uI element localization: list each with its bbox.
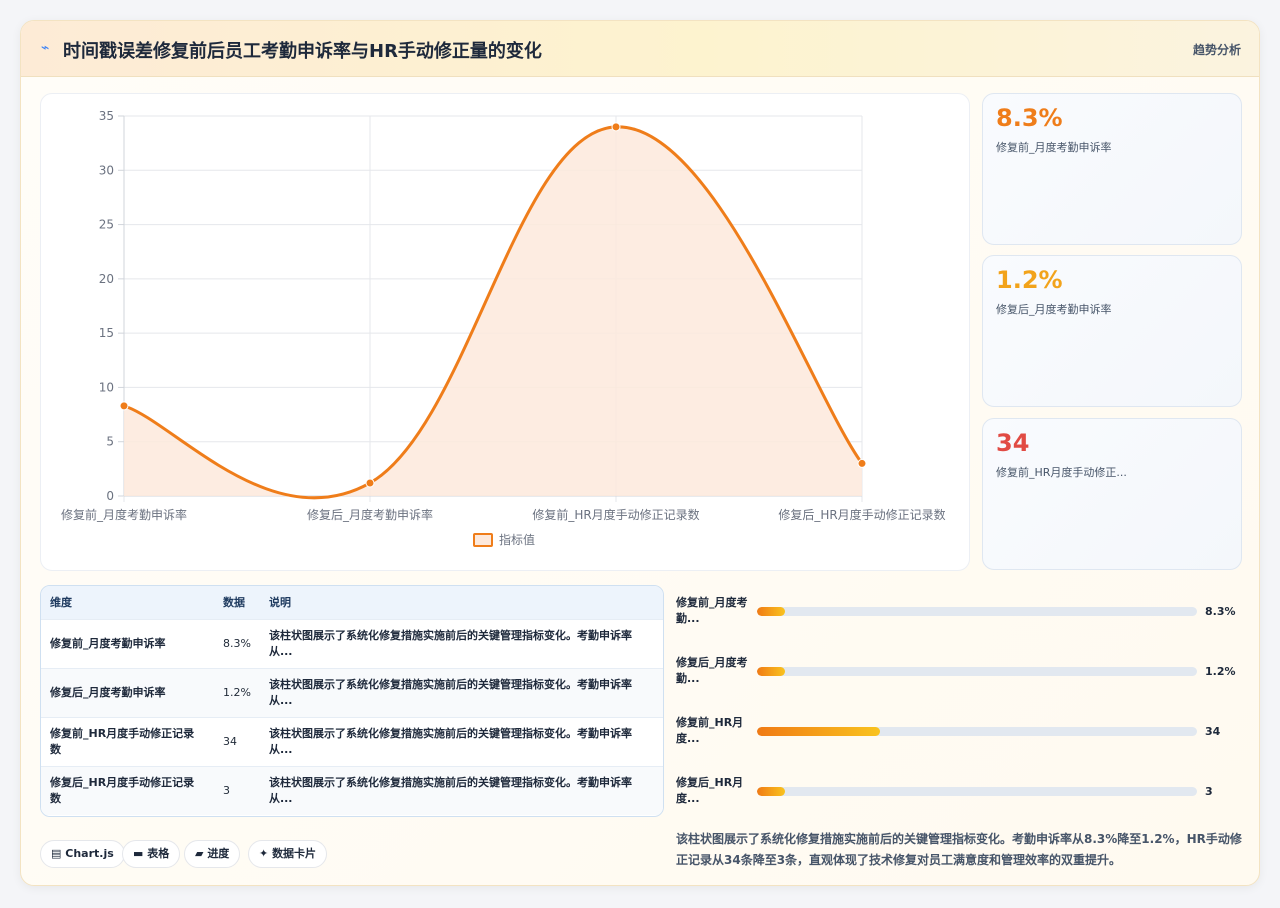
chip-label: 表格 [147,847,170,860]
progress-value: 3 [1205,785,1213,798]
chip-progress[interactable]: ▰ 进度 [184,840,241,868]
table-row: 修复后_月度考勤申诉率 1.2% 该柱状图展示了系统化修复措施实施前后的关键管理… [41,668,663,717]
data-point [611,122,621,132]
chip-data-card[interactable]: ✦ 数据卡片 [248,840,328,868]
x-tick-label: 修复前_HR月度手动修正记录数 [532,507,699,522]
progress-icon: ▰ [195,847,204,860]
table-row: 修复前_月度考勤申诉率 8.3% 该柱状图展示了系统化修复措施实施前后的关键管理… [41,619,663,668]
progress-track [757,787,1197,796]
stat-label: 修复前_月度考勤申诉率 [996,141,1112,154]
stat-card-after-appeal: 1.2% 修复后_月度考勤申诉率 [982,255,1242,407]
legend-label: 指标值 [499,532,535,547]
progress-label: 修复前_月度考勤... [676,596,748,625]
table-row: 修复前_HR月度手动修正记录数 34 该柱状图展示了系统化修复措施实施前后的关键… [41,717,663,766]
legend-swatch [473,533,493,547]
y-tick-label: 0 [106,489,114,503]
table-header-row: 维度 数据 说明 [41,586,663,619]
data-table: 维度 数据 说明 修复前_月度考勤申诉率 8.3% 该柱状图展示了系统化修复措施… [40,585,664,817]
dashboard-card: ⌁ 时间戳误差修复前后员工考勤申诉率与HR手动修正量的变化 趋势分析 0 5 10 1… [20,20,1260,886]
stat-label: 修复前_HR月度手动修正... [996,466,1127,479]
y-tick-label: 25 [99,218,114,232]
chip-chartjs[interactable]: ▤ Chart.js [40,840,125,868]
progress-fill [757,667,786,676]
progress-label: 修复后_HR月度... [676,776,744,805]
progress-track [757,607,1197,616]
x-tick-label: 修复后_HR月度手动修正记录数 [778,507,945,522]
page-title: 时间戳误差修复前后员工考勤申诉率与HR手动修正量的变化 [63,41,542,62]
y-tick-label: 20 [99,272,114,286]
stat-label: 修复后_月度考勤申诉率 [996,303,1112,316]
cell-dimension: 修复后_月度考勤申诉率 [50,685,166,699]
table-icon: ▬ [133,847,144,860]
trend-analysis-tag[interactable]: 趋势分析 [1193,41,1241,58]
cell-dimension: 修复前_月度考勤申诉率 [50,636,166,650]
area-fill [124,126,862,498]
x-tick-label: 修复后_月度考勤申诉率 [307,507,433,522]
cell-value: 8.3% [223,636,251,650]
progress-row: 修复后_HR月度... 3 [676,775,1246,815]
data-point [365,478,375,488]
progress-track [757,727,1197,736]
header-bar: ⌁ 时间戳误差修复前后员工考勤申诉率与HR手动修正量的变化 趋势分析 [21,21,1259,77]
area-chart: 0 5 10 15 20 25 30 35 修复前_月度考勤申诉率 修复后_月度考勤申诉率 修复前_… [61,109,946,547]
y-tick-label: 30 [99,163,114,177]
chart-icon: ▤ [51,847,62,860]
chip-label: Chart.js [65,847,114,860]
progress-track [757,667,1197,676]
cell-description: 该柱状图展示了系统化修复措施实施前后的关键管理指标变化。考勤申诉率从... [268,726,632,756]
chart-panel: 0 5 10 15 20 25 30 35 修复前_月度考勤申诉率 修复后_月度考勤申诉率 修复前_… [40,93,970,571]
data-point [119,401,129,411]
progress-fill [757,607,786,616]
stat-card-before-hr: 34 修复前_HR月度手动修正... [982,418,1242,570]
cell-value: 1.2% [223,685,251,699]
column-header-value[interactable]: 数据 [214,586,260,619]
progress-value: 8.3% [1205,605,1236,618]
progress-value: 34 [1205,725,1221,738]
progress-row: 修复后_月度考勤... 1.2% [676,655,1246,695]
spark-icon: ⌁ [41,40,50,56]
stat-value: 34 [996,429,1030,457]
chip-table[interactable]: ▬ 表格 [122,840,181,868]
y-tick-label: 15 [99,326,114,340]
cell-dimension: 修复前_HR月度手动修正记录数 [50,726,195,756]
table-row: 修复后_HR月度手动修正记录数 3 该柱状图展示了系统化修复措施实施前后的关键管… [41,766,663,815]
data-point [857,458,867,468]
y-tick-label: 35 [99,109,114,123]
y-tick-label: 10 [99,380,114,394]
y-tick-label: 5 [106,435,114,449]
cell-description: 该柱状图展示了系统化修复措施实施前后的关键管理指标变化。考勤申诉率从... [268,628,632,658]
summary-text: 该柱状图展示了系统化修复措施实施前后的关键管理指标变化。考勤申诉率从8.3%降至… [676,832,1242,867]
cell-description: 该柱状图展示了系统化修复措施实施前后的关键管理指标变化。考勤申诉率从... [268,775,632,805]
progress-row: 修复前_HR月度... 34 [676,715,1246,755]
chip-label: 进度 [207,847,230,860]
stat-value: 1.2% [996,266,1063,294]
stat-value: 8.3% [996,104,1063,132]
x-tick-label: 修复前_月度考勤申诉率 [61,507,187,522]
sparkle-icon: ✦ [259,847,269,860]
cell-dimension: 修复后_HR月度手动修正记录数 [50,775,195,805]
progress-fill [757,787,786,796]
cell-value: 3 [223,783,230,797]
chip-label: 数据卡片 [272,847,317,860]
progress-fill [757,727,881,736]
cell-description: 该柱状图展示了系统化修复措施实施前后的关键管理指标变化。考勤申诉率从... [268,677,632,707]
column-header-description[interactable]: 说明 [260,586,663,619]
progress-label: 修复前_HR月度... [676,716,744,745]
progress-label: 修复后_月度考勤... [676,656,748,685]
progress-value: 1.2% [1205,665,1236,678]
progress-row: 修复前_月度考勤... 8.3% [676,595,1246,635]
stat-card-before-appeal: 8.3% 修复前_月度考勤申诉率 [982,93,1242,245]
cell-value: 34 [223,734,237,748]
column-header-dimension[interactable]: 维度 [41,586,214,619]
